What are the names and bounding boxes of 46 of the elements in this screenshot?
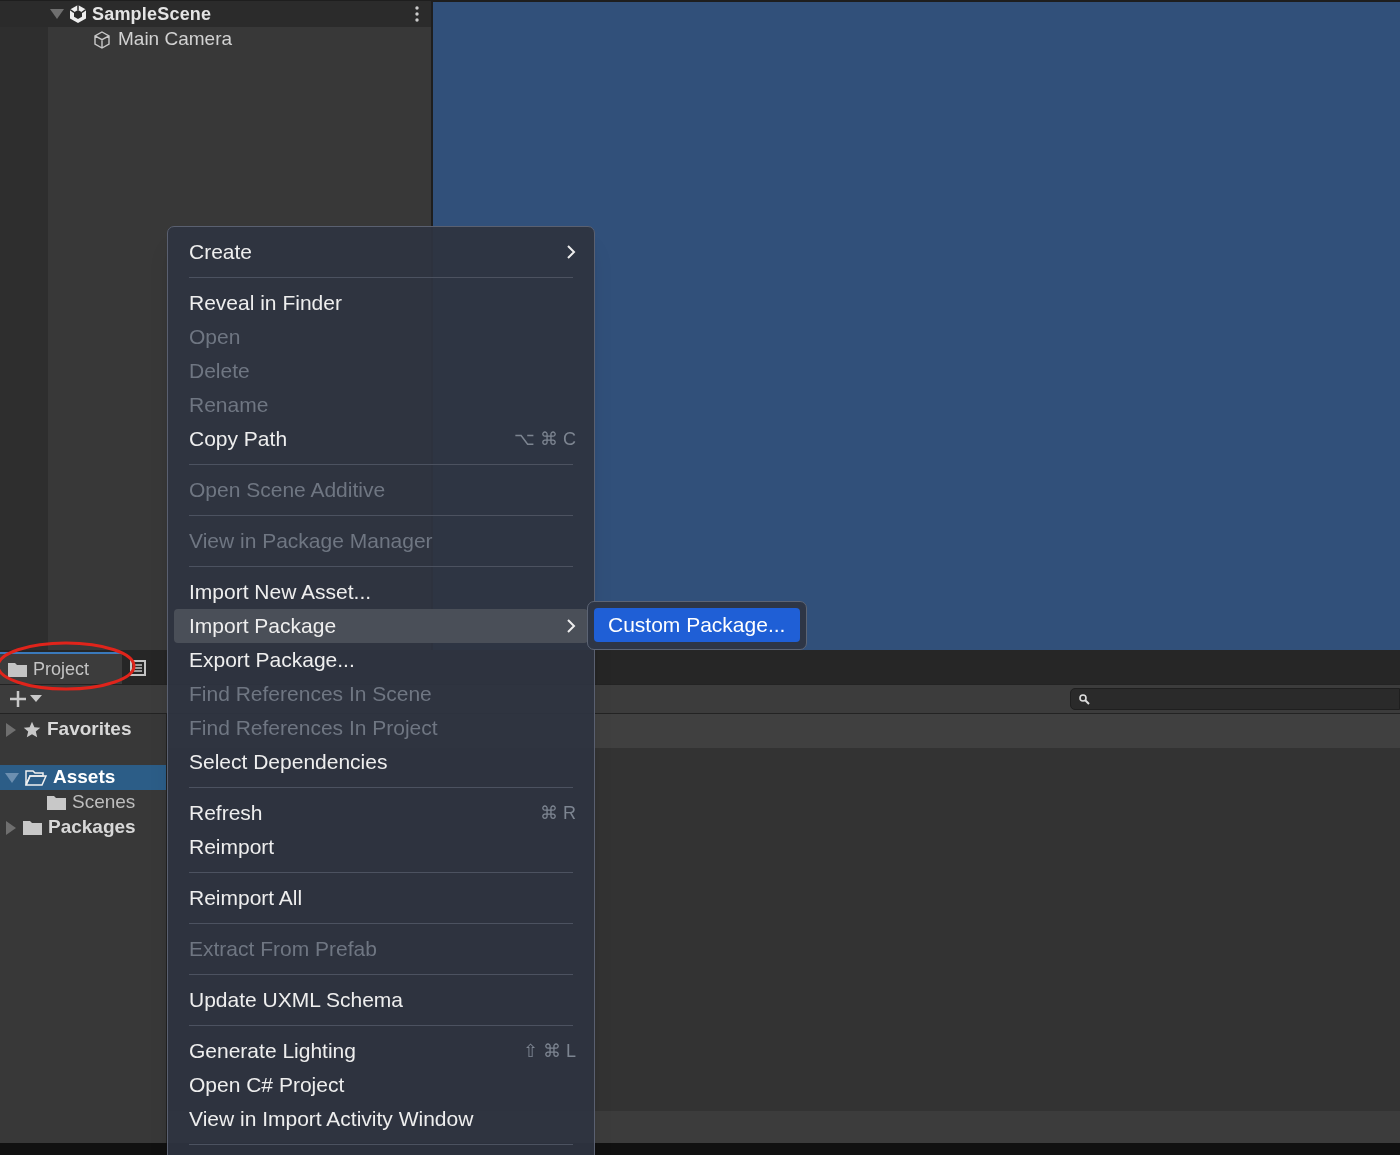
menu-item[interactable]: Import New Asset... (174, 575, 588, 609)
menu-item: Find References In Scene (188, 681, 433, 708)
caret-icon (30, 695, 42, 703)
plus-icon (8, 689, 28, 709)
menu-item: Open Scene Additive (188, 477, 387, 504)
menu-item[interactable]: Export Package... (174, 643, 588, 677)
open-folder-icon (25, 769, 47, 786)
menu-item[interactable]: Reveal in Finder (174, 286, 588, 320)
folder-icon (8, 661, 27, 677)
search-icon (1079, 693, 1090, 705)
menu-item[interactable]: Open C# Project (174, 1068, 588, 1102)
list-icon (130, 660, 146, 676)
collapsed-arrow-icon (5, 722, 17, 737)
tab[interactable]: Project (0, 652, 122, 684)
folder-icon (47, 795, 66, 810)
menu-item: Extract From Prefab (188, 936, 378, 963)
menu-item: View in Package Manager (188, 528, 434, 555)
menu-item[interactable]: Copy Path ⌥ ⌘ C (174, 422, 588, 456)
add-button[interactable] (8, 689, 42, 709)
menu-item: Find References In Project (188, 715, 439, 742)
menu-item: Delete (188, 358, 251, 385)
menu-item[interactable]: Import Package (174, 609, 588, 643)
menu-item[interactable]: Reimport All (174, 881, 588, 915)
search-field[interactable] (1070, 688, 1400, 710)
menu-item[interactable]: Select Dependencies (174, 745, 588, 779)
menu-item: Rename (188, 392, 270, 419)
menu-item[interactable]: Reimport (174, 830, 588, 864)
tree-item[interactable]: Packages (0, 815, 166, 840)
hierarchy-item[interactable]: Main Camera (118, 25, 233, 54)
menu-item[interactable]: View in Import Activity Window (174, 1102, 588, 1136)
cube-icon (92, 29, 112, 50)
tree-item[interactable]: Favorites (0, 717, 166, 742)
more-icon (415, 6, 419, 22)
tree-item[interactable]: Scenes (0, 790, 166, 815)
menu-item[interactable]: Custom Package... (594, 608, 800, 642)
menu-item[interactable]: Generate Lighting ⇧ ⌘ L (174, 1034, 588, 1068)
folder-icon (23, 820, 42, 835)
menu-item[interactable]: Update UXML Schema (174, 983, 588, 1017)
cube-logo-icon (68, 4, 88, 24)
menu-item[interactable]: Refresh ⌘ R (174, 796, 588, 830)
menu-item: Open (188, 324, 242, 351)
collapsed-arrow-icon (5, 820, 17, 835)
tree-item[interactable]: Assets (0, 765, 166, 790)
menu-item[interactable]: Create (174, 235, 588, 269)
star-icon (23, 720, 41, 739)
expanded-arrow-icon (5, 771, 19, 784)
